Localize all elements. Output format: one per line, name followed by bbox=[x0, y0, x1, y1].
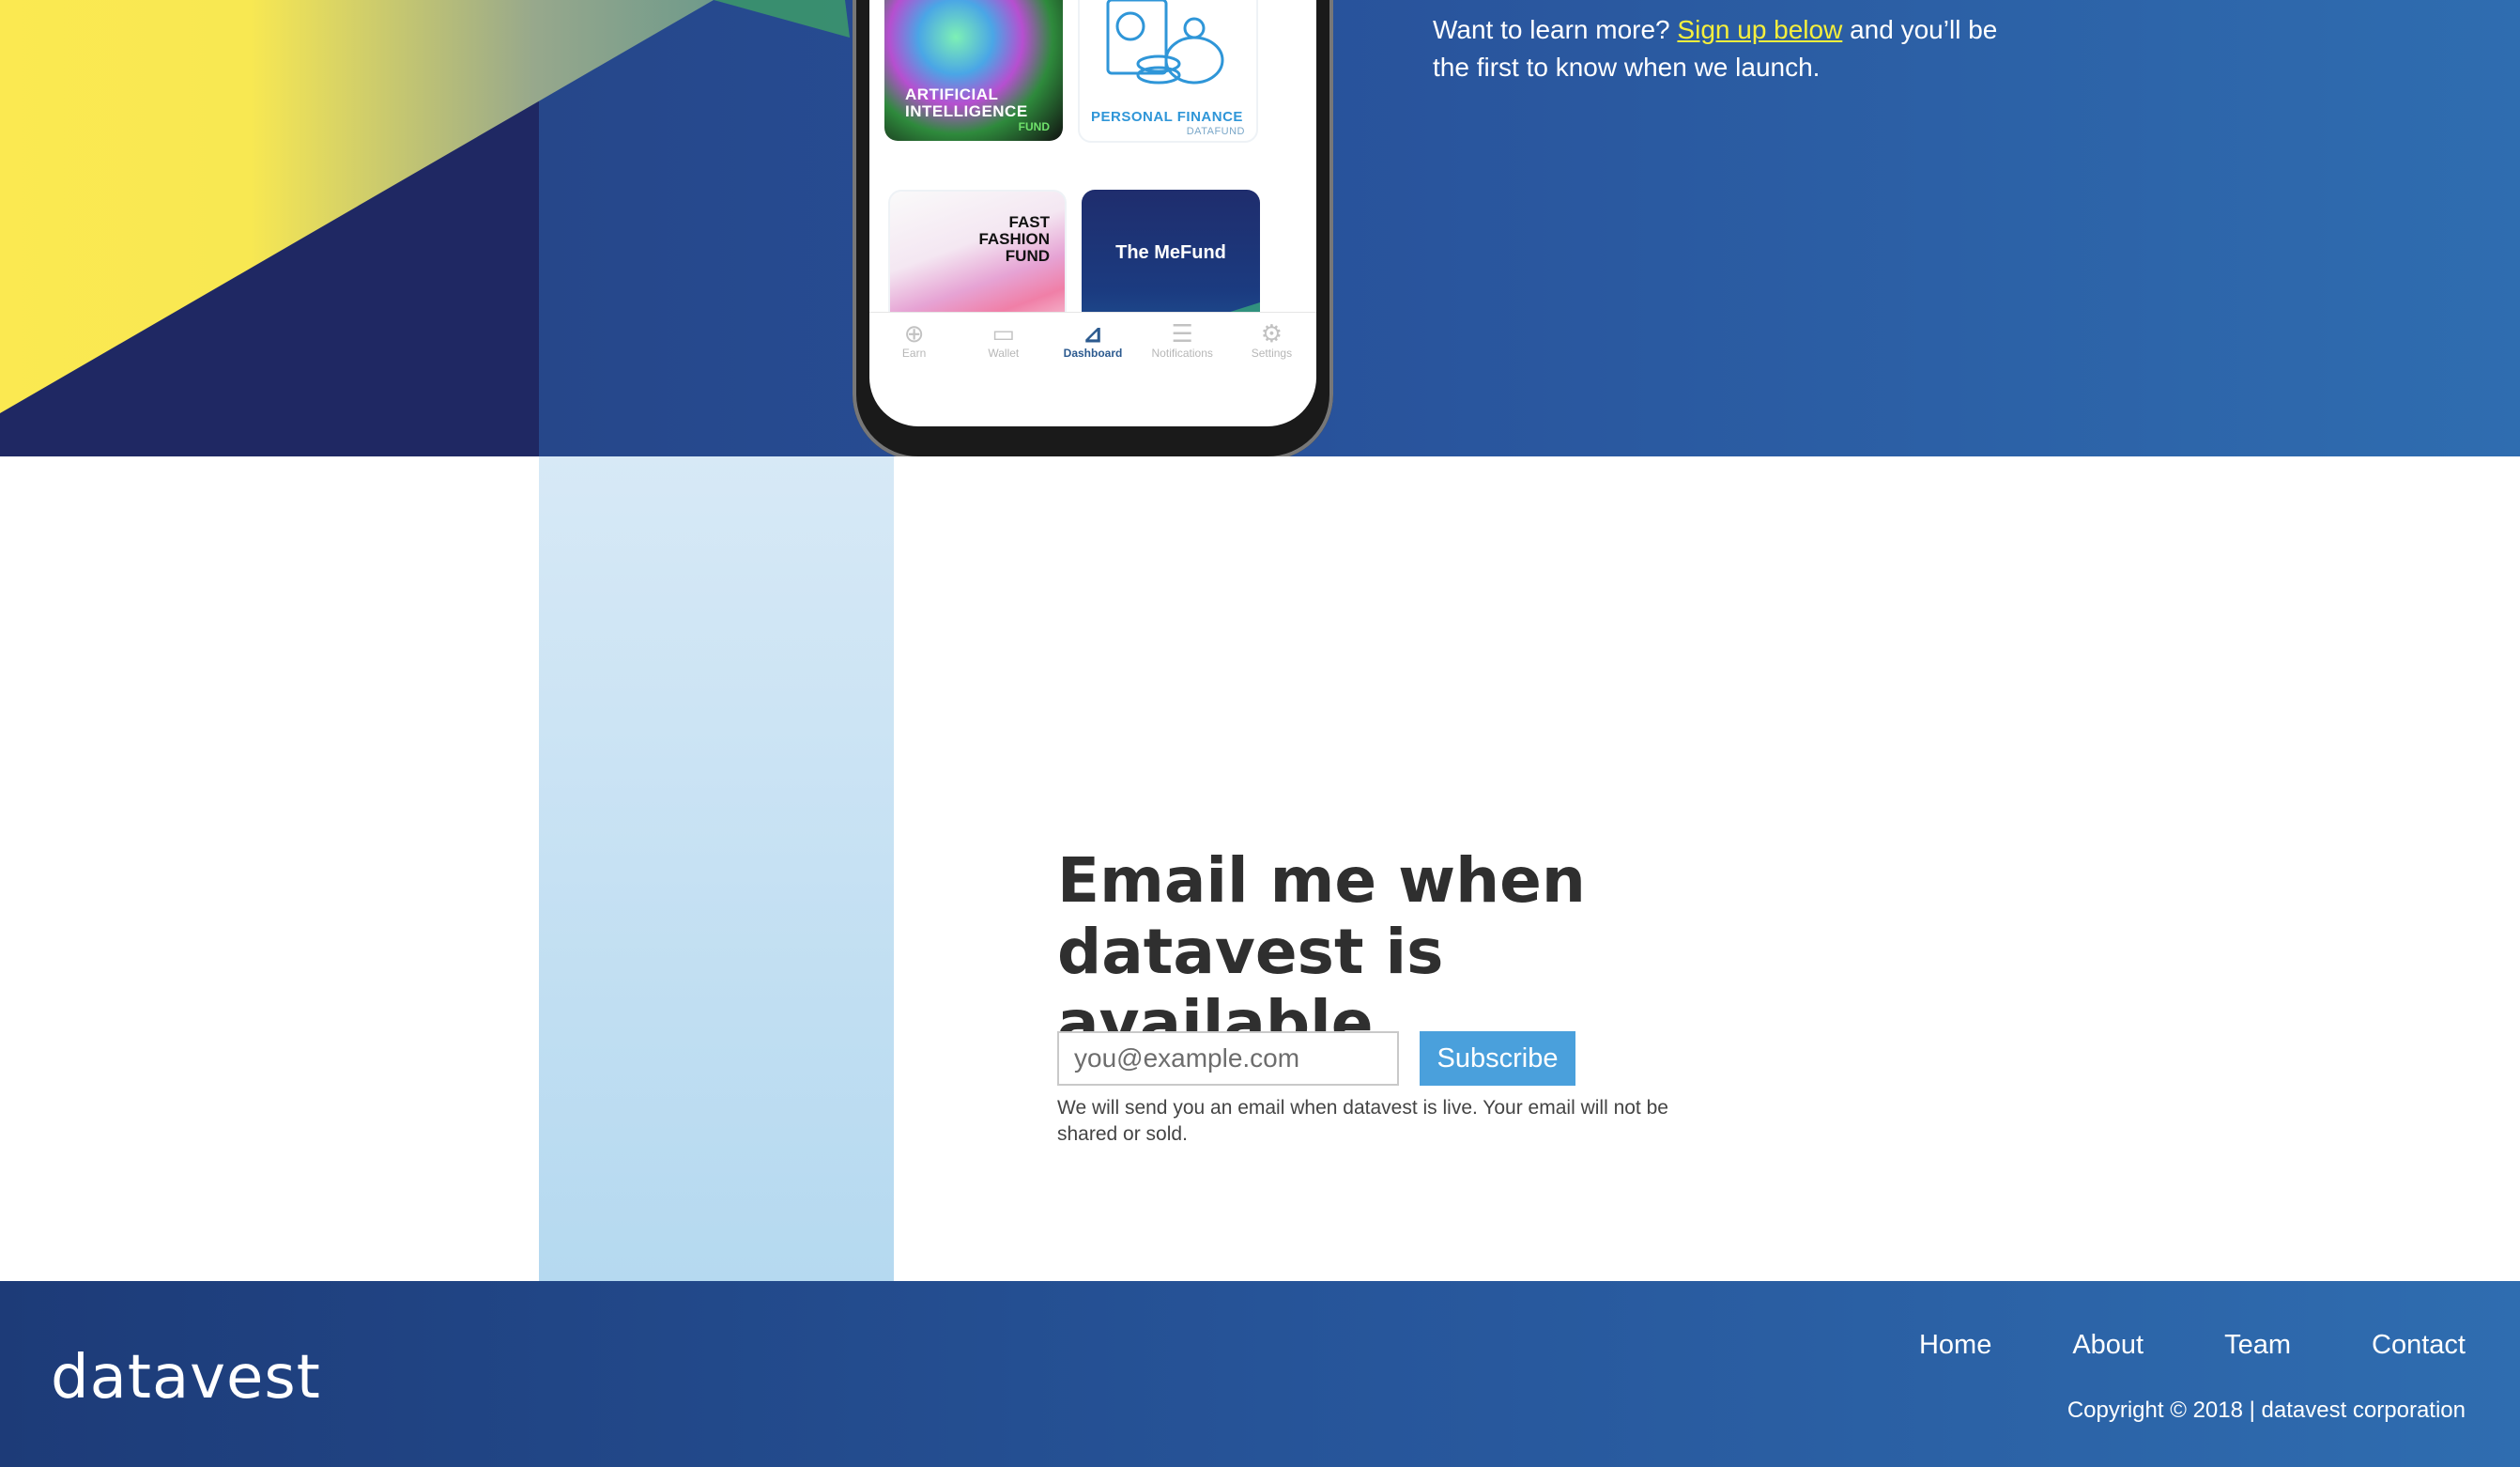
tab-wallet[interactable]: ▭ Wallet bbox=[959, 313, 1048, 378]
fast-fashion-line1: FAST bbox=[1008, 213, 1050, 231]
tab-settings-label: Settings bbox=[1251, 347, 1293, 360]
ai-fund-tile: ARTIFICIAL INTELLIGENCE FUND bbox=[884, 0, 1063, 141]
hero-decorative-triangles bbox=[0, 0, 850, 413]
ai-fund-line2: INTELLIGENCE bbox=[905, 102, 1028, 120]
email-input[interactable] bbox=[1057, 1031, 1399, 1086]
chart-icon: ⊿ bbox=[1083, 319, 1103, 347]
footer-link-team[interactable]: Team bbox=[2224, 1330, 2291, 1361]
tab-notifications-label: Notifications bbox=[1151, 347, 1213, 360]
hero-section: Want to learn more? Sign up below and yo… bbox=[0, 0, 2520, 456]
signup-heading-line1: Email me when bbox=[1057, 844, 1586, 917]
footer-link-home[interactable]: Home bbox=[1919, 1330, 1991, 1361]
tab-dashboard-label: Dashboard bbox=[1063, 347, 1123, 360]
phone-screen: ARTIFICIAL INTELLIGENCE FUND PERSONAL FI… bbox=[869, 0, 1316, 426]
signup-disclaimer: We will send you an email when datavest … bbox=[1057, 1097, 1668, 1145]
piggy-bank-icon bbox=[1106, 0, 1224, 85]
footer-copyright: Copyright © 2018 | datavest corporation bbox=[2067, 1398, 2466, 1423]
tab-earn[interactable]: ⊕ Earn bbox=[869, 313, 959, 378]
decorative-column bbox=[539, 456, 894, 1281]
ai-fund-sub: FUND bbox=[1018, 120, 1050, 133]
personal-finance-title: PERSONAL FINANCE bbox=[1091, 109, 1243, 125]
fast-fashion-line2: FASHION bbox=[978, 230, 1050, 248]
wallet-icon: ▭ bbox=[991, 319, 1016, 347]
phone-mockup: ARTIFICIAL INTELLIGENCE FUND PERSONAL FI… bbox=[853, 0, 1333, 456]
fast-fashion-title: FAST FASHION FUND bbox=[978, 214, 1050, 265]
tab-notifications[interactable]: ☰ Notifications bbox=[1138, 313, 1227, 378]
footer-logo[interactable]: datavest bbox=[51, 1343, 321, 1413]
tab-earn-label: Earn bbox=[901, 347, 927, 360]
sign-up-link[interactable]: Sign up below bbox=[1677, 15, 1842, 44]
hero-text-before: Want to learn more? bbox=[1433, 15, 1670, 44]
tab-settings[interactable]: ⚙ Settings bbox=[1227, 313, 1316, 378]
hero-text: Want to learn more? Sign up below and yo… bbox=[1433, 11, 2034, 86]
tab-wallet-label: Wallet bbox=[988, 347, 1020, 360]
personal-finance-tile: PERSONAL FINANCE DATAFUND bbox=[1078, 0, 1258, 143]
gear-icon: ⚙ bbox=[1260, 319, 1283, 347]
footer: datavest Home About Team Contact Copyrig… bbox=[0, 1281, 2520, 1467]
fast-fashion-line3: FUND bbox=[1005, 247, 1050, 265]
list-icon: ☰ bbox=[1171, 319, 1193, 347]
mefund-title: The MeFund bbox=[1115, 242, 1226, 263]
plus-circle-icon: ⊕ bbox=[903, 319, 925, 347]
personal-finance-sub: DATAFUND bbox=[1186, 126, 1245, 137]
tab-dashboard[interactable]: ⊿ Dashboard bbox=[1048, 313, 1137, 378]
footer-link-contact[interactable]: Contact bbox=[2372, 1330, 2466, 1361]
ai-fund-title: ARTIFICIAL INTELLIGENCE bbox=[905, 86, 1028, 120]
footer-link-about[interactable]: About bbox=[2072, 1330, 2144, 1361]
footer-nav: Home About Team Contact bbox=[1919, 1330, 2466, 1361]
signup-heading: Email me when datavest is available. bbox=[1057, 845, 1771, 1059]
ai-fund-line1: ARTIFICIAL bbox=[905, 85, 999, 103]
phone-tab-bar: ⊕ Earn ▭ Wallet ⊿ Dashboard ☰ Notificati… bbox=[869, 312, 1316, 378]
subscribe-button[interactable]: Subscribe bbox=[1420, 1031, 1575, 1086]
